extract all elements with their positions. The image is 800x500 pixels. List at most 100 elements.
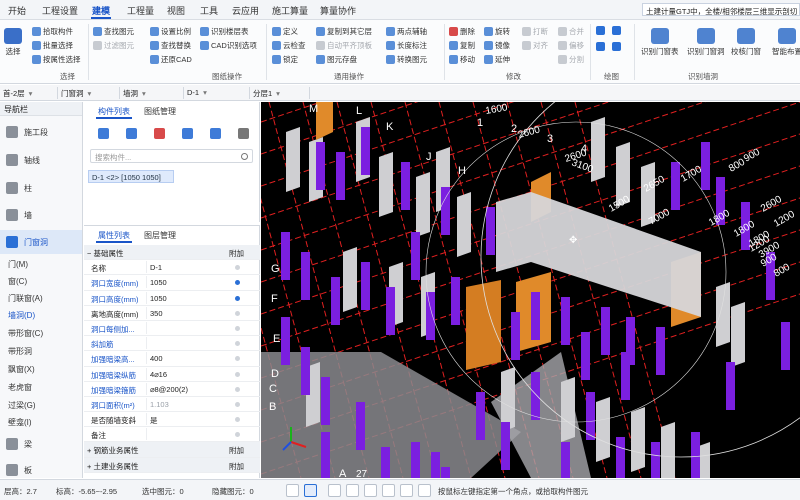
model-viewport[interactable]: M L K J H G F E D C B A 1 2 3 4 1600 2600 2600 3100 1500 2650…	[261, 102, 800, 478]
property-value[interactable]	[146, 428, 224, 441]
select-mode-icon[interactable]	[286, 484, 299, 497]
wall[interactable]	[731, 302, 745, 367]
column[interactable]	[411, 232, 420, 280]
column[interactable]	[476, 392, 485, 440]
tab-component-list[interactable]: 构件列表	[98, 106, 130, 117]
two-point-axis-button[interactable]: 两点辅轴	[386, 26, 427, 37]
wall-hole-frame[interactable]	[466, 280, 501, 370]
cad-options-button[interactable]: CAD识别选项	[200, 40, 257, 51]
find-element-button[interactable]: 查找图元	[93, 26, 134, 37]
column[interactable]	[356, 402, 365, 450]
wall[interactable]	[561, 377, 575, 442]
wall[interactable]	[591, 117, 605, 182]
column[interactable]	[671, 162, 680, 210]
cloud-check-button[interactable]: 云检查	[272, 40, 306, 51]
extra-checkbox[interactable]	[235, 356, 240, 362]
offset-button[interactable]: 偏移	[558, 40, 584, 51]
notice-banner[interactable]: 土建计量GTJ中，全楼/相邻楼层三维显示剖切	[642, 3, 800, 16]
menu-tools[interactable]: 工具	[200, 4, 218, 17]
floor-select[interactable]: 首-2层 ▾	[0, 87, 58, 99]
split-button[interactable]: 分割	[558, 54, 584, 65]
extra-checkbox[interactable]	[235, 341, 240, 347]
column[interactable]	[531, 292, 540, 340]
nav-sub-strip-hole[interactable]: 带形洞	[8, 346, 32, 357]
column[interactable]	[386, 287, 395, 335]
column[interactable]	[321, 377, 330, 425]
draw-point-button[interactable]	[596, 26, 607, 35]
tab-drawing-management[interactable]: 图纸管理	[144, 106, 176, 117]
extra-checkbox[interactable]	[235, 280, 240, 286]
wall[interactable]	[416, 172, 430, 237]
break-button[interactable]: 打断	[522, 26, 548, 37]
delete-button[interactable]: 删除	[449, 26, 475, 37]
menu-collaboration[interactable]: 算量协作	[320, 4, 356, 17]
nav-sub-door[interactable]: 门(M)	[8, 259, 28, 270]
column[interactable]	[586, 392, 595, 440]
section-civil[interactable]: + 土建业务属性 附加	[84, 457, 260, 473]
ortho-icon[interactable]	[346, 484, 359, 497]
column[interactable]	[281, 317, 290, 365]
column[interactable]	[501, 422, 510, 470]
column[interactable]	[431, 452, 440, 478]
find-replace-button[interactable]: 查找替换	[150, 40, 191, 51]
column[interactable]	[381, 447, 390, 478]
property-value[interactable]: 1050	[146, 276, 224, 289]
nav-item-beam[interactable]: 梁	[0, 432, 82, 456]
identify-floor-table-button[interactable]: 识别楼层表	[200, 26, 249, 37]
column[interactable]	[441, 187, 450, 235]
wall[interactable]	[343, 247, 357, 312]
mirror-button[interactable]: 镜像	[484, 40, 510, 51]
property-value[interactable]: ⌀8@200(2)	[146, 382, 224, 395]
draw-line-button[interactable]	[612, 26, 623, 35]
more-icon[interactable]	[238, 128, 249, 139]
nav-sub-dormer[interactable]: 老虎窗	[8, 382, 32, 393]
copy-component-icon[interactable]	[126, 128, 137, 139]
select-by-attribute-button[interactable]: 按属性选择	[32, 54, 81, 65]
column[interactable]	[336, 152, 345, 200]
property-value[interactable]: 是	[146, 413, 224, 426]
length-dimension-button[interactable]: 长度标注	[386, 40, 427, 51]
nav-sub-door-window[interactable]: 门联窗(A)	[8, 293, 43, 304]
nav-sub-wall-hole[interactable]: 墙洞(D)	[8, 310, 35, 321]
wall[interactable]	[457, 192, 471, 257]
column[interactable]	[441, 467, 450, 478]
wall[interactable]	[631, 407, 645, 472]
batch-select-button[interactable]: 批量选择	[32, 40, 73, 51]
identify-door-hole-button[interactable]: 识别门窗洞	[687, 28, 725, 57]
column[interactable]	[651, 442, 660, 478]
column[interactable]	[486, 207, 495, 255]
draw-rect-button[interactable]	[596, 42, 607, 51]
column[interactable]	[581, 332, 590, 380]
nav-item-column[interactable]: 柱	[0, 176, 82, 200]
pick-component-button[interactable]: 拾取构件	[32, 26, 73, 37]
extra-checkbox[interactable]	[235, 386, 240, 392]
column[interactable]	[561, 297, 570, 345]
property-value[interactable]	[146, 321, 224, 334]
copy-button[interactable]: 复制	[449, 40, 475, 51]
set-scale-button[interactable]: 设置比例	[150, 26, 191, 37]
menu-start[interactable]: 开始	[8, 4, 26, 17]
column[interactable]	[781, 322, 790, 370]
column[interactable]	[691, 432, 700, 478]
snap-icon[interactable]	[328, 484, 341, 497]
property-value[interactable]: D-1	[146, 261, 224, 274]
column[interactable]	[726, 362, 735, 410]
column[interactable]	[616, 437, 625, 478]
smart-layout-button[interactable]: 智能布置	[772, 28, 800, 57]
column[interactable]	[401, 162, 410, 210]
column[interactable]	[656, 327, 665, 375]
extend-button[interactable]: 延伸	[484, 54, 510, 65]
extra-checkbox[interactable]	[235, 325, 240, 331]
copy-to-floor-button[interactable]: 复制到其它层	[316, 26, 372, 37]
column[interactable]	[361, 127, 370, 175]
layer-select[interactable]: 分层1 ▾	[250, 87, 310, 99]
filter-element-button[interactable]: 过滤图元	[93, 40, 134, 51]
column[interactable]	[331, 277, 340, 325]
nav-sub-strip-window[interactable]: 带形窗(C)	[8, 328, 43, 339]
extra-checkbox[interactable]	[235, 432, 240, 438]
display-icon[interactable]	[418, 484, 431, 497]
sort-icon[interactable]	[210, 128, 221, 139]
property-value[interactable]: 1050	[146, 291, 224, 304]
menu-quantity[interactable]: 工程量	[127, 4, 154, 17]
section-basic[interactable]: − 基础属性 附加	[84, 245, 260, 261]
